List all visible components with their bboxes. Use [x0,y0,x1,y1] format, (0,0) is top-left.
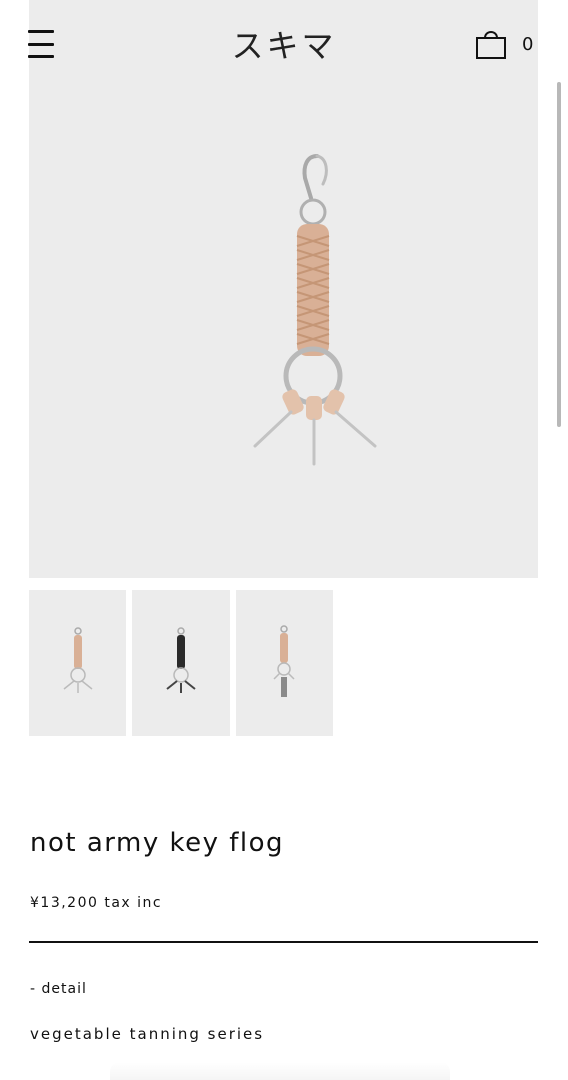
product-title: not army key flog [30,828,285,858]
thumbnail-natural[interactable] [29,590,127,736]
site-logo[interactable]: スキマ [220,22,348,66]
thumbnail-image-black [166,627,196,693]
key-ring-illustration [253,154,377,466]
detail-toggle[interactable]: - detail [30,981,87,997]
hamburger-menu-icon[interactable] [28,30,54,58]
product-price: ¥13,200 tax inc [30,895,163,911]
thumbnail-black[interactable] [132,590,230,736]
thumbnail-strip [29,590,333,736]
divider [29,941,538,943]
scrollbar[interactable] [557,82,561,427]
bottom-shadow [110,1062,450,1080]
shopping-bag-icon [476,31,506,59]
site-header: スキマ 0 [0,0,568,92]
cart-count: 0 [522,33,534,55]
thumbnail-image-with-key [273,625,295,697]
cart-button[interactable]: 0 [474,26,540,62]
thumbnail-with-key[interactable] [235,590,333,736]
thumbnail-image-natural [63,627,93,693]
product-series: vegetable tanning series [30,1025,265,1043]
